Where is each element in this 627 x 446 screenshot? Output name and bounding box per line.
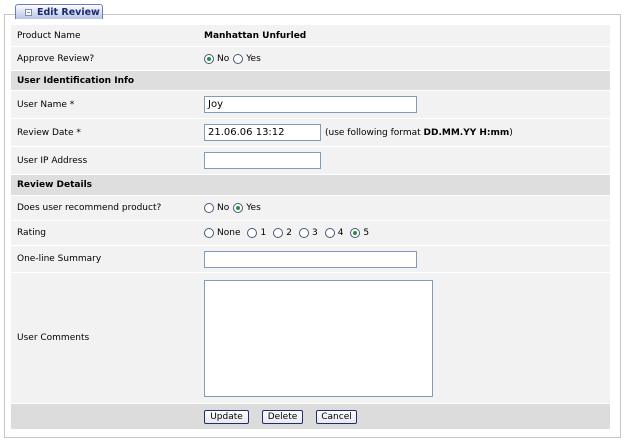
approve-review-label: Approve Review? xyxy=(17,53,95,64)
collapse-icon[interactable] xyxy=(25,8,32,16)
review-date-input[interactable]: 21.06.06 13:12 xyxy=(204,124,321,141)
recommend-radios: No Yes xyxy=(204,196,265,220)
section-review-details-title: Review Details xyxy=(17,180,93,190)
rating-2-option[interactable]: 2 xyxy=(273,228,292,238)
review-date-hint-suffix: ) xyxy=(509,127,513,138)
rating-1-option[interactable]: 1 xyxy=(247,228,266,238)
product-name-label: Product Name xyxy=(17,30,81,41)
recommend-yes-radio[interactable] xyxy=(233,203,244,213)
section-review-details: Review Details xyxy=(11,175,610,196)
approve-review-radios: No Yes xyxy=(204,47,265,70)
review-date-row: Review Date * 21.06.06 13:12 (use follow… xyxy=(11,119,610,147)
tab-edit-review[interactable]: Edit Review xyxy=(15,4,103,19)
rating-3-label: 3 xyxy=(311,228,318,238)
section-user-info-title: User Identification Info xyxy=(17,75,135,86)
recommend-row: Does user recommend product? No Yes xyxy=(11,196,610,221)
rating-5-option[interactable]: 5 xyxy=(350,228,369,238)
product-name-row: Product Name Manhattan Unfurled xyxy=(11,25,610,47)
recommend-no-option[interactable]: No xyxy=(204,203,229,213)
rating-none-radio[interactable] xyxy=(204,228,214,238)
rating-4-radio[interactable] xyxy=(324,228,335,238)
summary-label: One-line Summary xyxy=(17,254,102,264)
button-bar: Update Delete Cancel xyxy=(11,404,610,430)
cancel-button[interactable]: Cancel xyxy=(316,409,357,424)
user-name-label: User Name * xyxy=(17,99,75,110)
rating-5-label: 5 xyxy=(363,228,370,238)
user-name-input[interactable]: Joy xyxy=(204,96,417,113)
product-name-value: Manhattan Unfurled xyxy=(204,30,307,41)
user-ip-input[interactable] xyxy=(204,152,321,169)
user-name-cell: Joy xyxy=(204,91,417,118)
rating-3-radio[interactable] xyxy=(298,228,309,238)
rating-none-label: None xyxy=(217,228,241,238)
user-ip-label: User IP Address xyxy=(17,155,88,166)
rating-3-option[interactable]: 3 xyxy=(298,228,318,238)
rating-1-label: 1 xyxy=(260,228,267,238)
comments-label: User Comments xyxy=(17,333,90,343)
recommend-no-label: No xyxy=(217,203,230,213)
rating-1-radio[interactable] xyxy=(247,228,258,238)
section-user-info: User Identification Info xyxy=(11,71,610,91)
user-name-row: User Name * Joy xyxy=(11,91,610,119)
review-date-label: Review Date * xyxy=(17,127,81,138)
summary-input[interactable] xyxy=(204,250,417,268)
comments-row: User Comments xyxy=(11,273,610,404)
review-date-hint-format: DD.MM.YY H:mm xyxy=(423,127,510,138)
rating-2-radio[interactable] xyxy=(273,228,284,238)
button-group: Update Delete Cancel xyxy=(204,404,370,429)
recommend-yes-option[interactable]: Yes xyxy=(233,203,261,213)
rating-4-option[interactable]: 4 xyxy=(324,228,344,238)
review-date-hint-prefix: (use following format xyxy=(325,127,424,138)
tab-title: Edit Review xyxy=(37,6,100,18)
approve-no-radio[interactable] xyxy=(204,53,214,64)
rating-2-label: 2 xyxy=(286,228,292,238)
recommend-label: Does user recommend product? xyxy=(17,203,162,213)
user-ip-row: User IP Address xyxy=(11,147,610,175)
rating-5-radio[interactable] xyxy=(350,228,361,238)
summary-row: One-line Summary xyxy=(11,246,610,273)
approve-review-row: Approve Review? No Yes xyxy=(11,47,610,71)
recommend-yes-label: Yes xyxy=(246,203,261,213)
rating-radios: None 1 2 3 4 5 xyxy=(204,221,373,245)
rating-row: Rating None 1 2 3 4 5 xyxy=(11,221,610,246)
comments-cell xyxy=(204,273,433,403)
approve-yes-option[interactable]: Yes xyxy=(233,53,261,64)
review-date-hint: (use following format DD.MM.YY H:mm) xyxy=(325,128,513,138)
approve-no-option[interactable]: No xyxy=(204,53,230,64)
summary-cell xyxy=(204,246,417,272)
delete-button[interactable]: Delete xyxy=(262,409,303,424)
approve-yes-label: Yes xyxy=(246,53,261,64)
comments-textarea[interactable] xyxy=(204,279,433,397)
recommend-no-radio[interactable] xyxy=(204,203,214,213)
review-date-cell: 21.06.06 13:12 (use following format DD.… xyxy=(204,119,513,146)
update-button[interactable]: Update xyxy=(204,409,249,424)
approve-yes-radio[interactable] xyxy=(233,53,244,64)
user-ip-cell xyxy=(204,147,321,174)
rating-4-label: 4 xyxy=(337,228,344,238)
rating-none-option[interactable]: None xyxy=(204,228,240,238)
approve-no-label: No xyxy=(217,53,230,64)
rating-label: Rating xyxy=(17,228,47,238)
